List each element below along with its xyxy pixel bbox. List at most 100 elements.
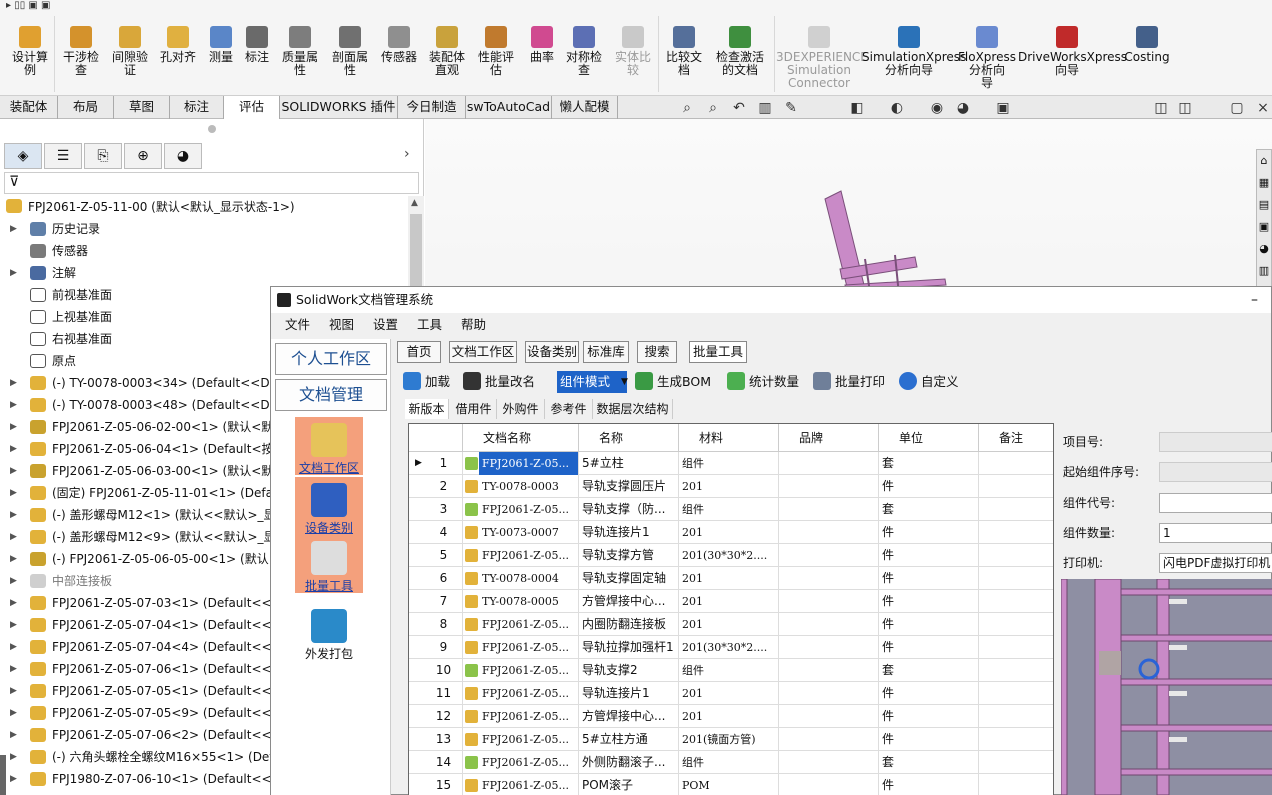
start-seq-field[interactable] bbox=[1159, 462, 1272, 482]
cell-doc[interactable]: FPJ2061-Z-05... bbox=[479, 705, 579, 728]
cell-unit[interactable]: 件 bbox=[879, 544, 979, 567]
filter-icon[interactable]: ⊽ bbox=[9, 174, 19, 190]
cell-material[interactable]: 201 bbox=[679, 613, 779, 636]
command-tab-8[interactable]: 懒人配模 bbox=[552, 96, 618, 119]
dimxpert-tab-icon[interactable]: ⊕ bbox=[124, 143, 162, 169]
grid-header-5[interactable]: 单位 bbox=[879, 424, 979, 452]
expand-arrow-icon[interactable]: ▶ bbox=[10, 636, 18, 658]
batch-rename-button[interactable]: 批量改名 bbox=[463, 371, 535, 393]
cell-name[interactable]: 导轨连接片1 bbox=[579, 521, 679, 544]
ribbon-button-6[interactable]: 质量属 性 bbox=[276, 22, 324, 92]
subtab-1[interactable]: 借用件 bbox=[451, 399, 497, 419]
command-tab-6[interactable]: 今日制造 bbox=[398, 96, 466, 119]
expand-arrow-icon[interactable]: ▶ bbox=[10, 460, 18, 482]
main-tab-0[interactable]: 首页 bbox=[397, 341, 441, 363]
table-row[interactable]: 9 FPJ2061-Z-05... 导轨拉撑加强杆1 201(30*30*2.... 件 bbox=[409, 636, 1053, 659]
cell-name[interactable]: 导轨拉撑加强杆1 bbox=[579, 636, 679, 659]
cell-brand[interactable] bbox=[779, 498, 879, 521]
collapse-icon[interactable]: ◫ bbox=[1152, 100, 1170, 118]
expand-arrow-icon[interactable]: ▶ bbox=[10, 394, 18, 416]
expand-arrow-icon[interactable]: ▶ bbox=[10, 658, 18, 680]
table-row[interactable]: 13 FPJ2061-Z-05... 5#立柱方通 201(镜面方管) 件 bbox=[409, 728, 1053, 751]
previous-view-icon[interactable]: ↶ bbox=[730, 100, 748, 118]
command-tab-3[interactable]: 标注 bbox=[170, 96, 224, 119]
expand-arrow-icon[interactable]: ▶ bbox=[10, 724, 18, 746]
cell-material[interactable]: 组件 bbox=[679, 452, 779, 475]
cell-brand[interactable] bbox=[779, 705, 879, 728]
ribbon-button-3[interactable]: 孔对齐 bbox=[156, 22, 200, 92]
cell-note[interactable] bbox=[979, 613, 1053, 636]
table-row[interactable]: 3 FPJ2061-Z-05... 导轨支撑（防... 组件 套 bbox=[409, 498, 1053, 521]
cell-name[interactable]: 内圈防翻连接板 bbox=[579, 613, 679, 636]
expand-arrow-icon[interactable]: ▶ bbox=[10, 746, 18, 768]
count-button[interactable]: 统计数量 bbox=[727, 371, 799, 393]
cell-note[interactable] bbox=[979, 498, 1053, 521]
cell-material[interactable]: 201 bbox=[679, 567, 779, 590]
expand-arrow-icon[interactable]: ▶ bbox=[10, 482, 18, 504]
view-orientation-icon[interactable]: ◧ bbox=[848, 100, 866, 118]
command-tab-7[interactable]: swToAutoCad bbox=[466, 96, 552, 119]
tree-root[interactable]: FPJ2061-Z-05-11-00 (默认<默认_显示状态-1>) bbox=[6, 197, 406, 217]
cell-unit[interactable]: 件 bbox=[879, 475, 979, 498]
chevron-down-icon[interactable]: ▼ bbox=[621, 371, 633, 393]
grid-header-2[interactable]: 名称 bbox=[579, 424, 679, 452]
table-row[interactable]: 6 TY-0078-0004 导轨支撑固定轴 201 件 bbox=[409, 567, 1053, 590]
cell-unit[interactable]: 件 bbox=[879, 728, 979, 751]
expand-arrow-icon[interactable]: ▶ bbox=[10, 416, 18, 438]
ribbon-button-18[interactable]: FloXpress 分析向 导 bbox=[958, 22, 1016, 92]
command-tab-2[interactable]: 草图 bbox=[114, 96, 170, 119]
close-icon[interactable]: × bbox=[1254, 100, 1272, 118]
cell-brand[interactable] bbox=[779, 521, 879, 544]
cell-note[interactable] bbox=[979, 682, 1053, 705]
cell-material[interactable]: 201 bbox=[679, 521, 779, 544]
grid-header-0[interactable] bbox=[409, 424, 463, 452]
printer-select[interactable]: 闪电PDF虚拟打印机 bbox=[1159, 553, 1272, 573]
ribbon-button-19[interactable]: DriveWorksXpress 向导 bbox=[1018, 22, 1127, 92]
hide-show-icon[interactable]: ◉ bbox=[928, 100, 946, 118]
cell-name[interactable]: 导轨支撑2 bbox=[579, 659, 679, 682]
cell-name[interactable]: 5#立柱 bbox=[579, 452, 679, 475]
cell-material[interactable]: 201 bbox=[679, 682, 779, 705]
ribbon-button-16[interactable]: 3DEXPERIENCE Simulation Connector bbox=[776, 22, 868, 92]
cell-note[interactable] bbox=[979, 544, 1053, 567]
cell-name[interactable]: POM滚子 bbox=[579, 774, 679, 795]
tree-item[interactable]: ▶ 注解 bbox=[0, 262, 408, 284]
cell-name[interactable]: 导轨连接片1 bbox=[579, 682, 679, 705]
zoom-area-icon[interactable]: ⌕ bbox=[704, 100, 722, 118]
cell-brand[interactable] bbox=[779, 590, 879, 613]
main-tab-2[interactable]: 设备类别 bbox=[525, 341, 579, 363]
main-tab-3[interactable]: 标准库 bbox=[583, 341, 629, 363]
expand-arrow-icon[interactable]: ▶ bbox=[10, 592, 18, 614]
expand-arrow-icon[interactable]: ▶ bbox=[10, 680, 18, 702]
menu-item-4[interactable]: 帮助 bbox=[461, 313, 486, 337]
cell-brand[interactable] bbox=[779, 728, 879, 751]
main-tab-1[interactable]: 文档工作区 bbox=[449, 341, 517, 363]
configuration-tab-icon[interactable]: ⎘ bbox=[84, 143, 122, 169]
cell-brand[interactable] bbox=[779, 636, 879, 659]
cell-doc[interactable]: FPJ2061-Z-05... bbox=[479, 613, 579, 636]
command-tab-4[interactable]: 评估 bbox=[224, 96, 280, 119]
ribbon-button-14[interactable]: 比较文 档 bbox=[660, 22, 708, 92]
table-row[interactable]: 8 FPJ2061-Z-05... 内圈防翻连接板 201 件 bbox=[409, 613, 1053, 636]
cell-material[interactable]: 201(30*30*2.... bbox=[679, 636, 779, 659]
cell-material[interactable]: POM bbox=[679, 774, 779, 795]
cell-note[interactable] bbox=[979, 751, 1053, 774]
subtab-3[interactable]: 参考件 bbox=[545, 399, 593, 419]
panel-grip-icon[interactable] bbox=[208, 125, 216, 133]
qty-field[interactable]: 1 bbox=[1159, 523, 1272, 543]
ribbon-button-7[interactable]: 剖面属 性 bbox=[326, 22, 374, 92]
main-tab-4[interactable]: 搜索 bbox=[637, 341, 677, 363]
cell-name[interactable]: 导轨支撑固定轴 bbox=[579, 567, 679, 590]
tree-item[interactable]: 传感器 bbox=[0, 240, 408, 262]
cell-note[interactable] bbox=[979, 774, 1053, 795]
cell-note[interactable] bbox=[979, 475, 1053, 498]
ribbon-button-11[interactable]: 曲率 bbox=[524, 22, 560, 92]
expand-arrow-icon[interactable]: ▶ bbox=[10, 614, 18, 636]
generate-bom-button[interactable]: 生成BOM bbox=[635, 371, 711, 393]
expand-arrow-icon[interactable]: ▶ bbox=[10, 262, 18, 284]
expand-arrow-icon[interactable]: ▶ bbox=[10, 526, 18, 548]
personal-workspace-button[interactable]: 个人工作区 bbox=[275, 343, 387, 375]
cell-material[interactable]: 201(30*30*2.... bbox=[679, 544, 779, 567]
command-tab-0[interactable]: 装配体 bbox=[0, 96, 58, 119]
grid-header-6[interactable]: 备注 bbox=[979, 424, 1053, 452]
